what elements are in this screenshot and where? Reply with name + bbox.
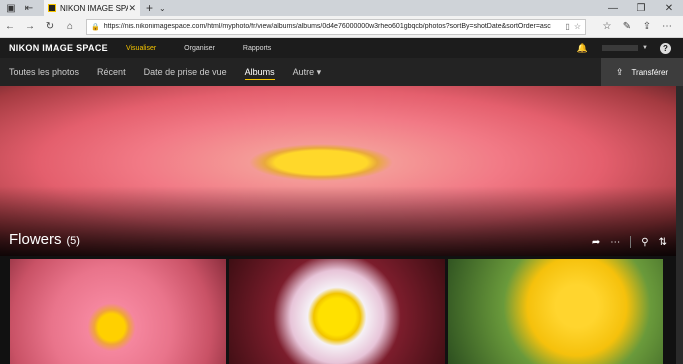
location-pin-icon[interactable]: ⚲ [641,237,648,248]
tab-recent[interactable]: Récent [97,58,126,86]
nav-visualiser[interactable]: Visualiser [126,45,156,52]
sort-icon[interactable]: ⇅ [659,237,667,248]
nav-organiser[interactable]: Organiser [184,45,215,52]
favorite-star-icon[interactable]: ☆ [574,22,581,31]
upload-button[interactable]: ⇪ Transférer [601,58,683,86]
tab-shot-date[interactable]: Date de prise de vue [144,58,227,86]
album-count: (5) [66,235,80,247]
new-tab-icon[interactable]: + [146,1,153,15]
bell-icon[interactable]: 🔔 [577,43,588,54]
tab-all-photos[interactable]: Toutes les photos [9,58,79,86]
tab-dropdown-icon[interactable]: ⌄ [159,4,166,13]
divider [630,236,632,248]
browser-tools: ☆ ✎ ⇪ ⋯ [597,21,677,32]
photo-thumbnail[interactable] [10,259,226,364]
nikon-favicon-icon [48,4,56,12]
lock-icon: 🔒 [91,23,100,31]
more-icon[interactable]: ⋯ [657,21,677,32]
address-bar-row: ← → ↻ ⌂ 🔒 https://nis.nikonimagespace.co… [0,16,683,38]
scrollbar[interactable] [676,86,683,364]
set-aside-tabs-icon[interactable]: ⇤ [22,1,36,15]
reading-view-icon[interactable]: ▯ [565,22,569,31]
tab-albums[interactable]: Albums [244,58,275,86]
photo-thumbnail[interactable] [448,259,663,364]
restore-icon[interactable]: ❐ [627,3,655,14]
photo-thumbnail[interactable] [229,259,445,364]
photo-grid [0,256,683,364]
browser-tab-strip: ▣ ⇤ NIKON IMAGE SPACE ✕ + ⌄ — ❐ ✕ [0,0,683,16]
album-name: Flowers [9,231,62,248]
help-button[interactable]: ? [660,42,671,54]
browser-window: ▣ ⇤ NIKON IMAGE SPACE ✕ + ⌄ — ❐ ✕ ← → ↻ … [0,0,683,364]
tab-more[interactable]: Autre ▾ [293,58,322,86]
upload-icon: ⇪ [615,66,624,77]
chevron-down-icon[interactable]: ▼ [642,45,648,51]
home-icon[interactable]: ⌂ [60,21,80,32]
browser-tab[interactable]: NIKON IMAGE SPACE ✕ [44,0,140,16]
window-close-icon[interactable]: ✕ [655,3,683,14]
brand-logo[interactable]: NIKON IMAGE SPACE [9,43,108,53]
cover-shade [0,186,683,256]
album-cover-image [0,86,683,256]
share-album-icon[interactable]: ➦ [592,237,600,248]
nav-rapports[interactable]: Rapports [243,45,271,52]
pen-icon[interactable]: ✎ [617,21,637,32]
header-right: 🔔 ▼ ? [577,42,671,54]
window-controls: — ❐ ✕ [599,3,683,14]
sub-nav: Toutes les photos Récent Date de prise d… [0,58,683,86]
url-text: https://nis.nikonimagespace.com/html/myp… [103,23,551,30]
favorites-icon[interactable]: ☆ [597,21,617,32]
minimize-icon[interactable]: — [599,3,627,14]
app-header: NIKON IMAGE SPACE Visualiser Organiser R… [0,38,683,58]
forward-icon[interactable]: → [20,21,40,32]
top-nav: Visualiser Organiser Rapports [126,45,299,52]
album-actions: ➦ ⋯ ⚲ ⇅ [582,236,667,248]
address-bar[interactable]: 🔒 https://nis.nikonimagespace.com/html/m… [86,18,586,35]
more-options-icon[interactable]: ⋯ [610,237,620,248]
user-name[interactable] [602,45,639,51]
tab-close-icon[interactable]: ✕ [128,3,136,14]
upload-label: Transférer [631,67,669,77]
back-icon[interactable]: ← [0,21,20,32]
album-title: Flowers (5) [9,231,80,248]
tab-title: NIKON IMAGE SPACE [60,3,129,13]
share-icon[interactable]: ⇪ [637,21,657,32]
tab-actions-icon[interactable]: ▣ [4,1,18,15]
refresh-icon[interactable]: ↻ [40,21,60,32]
